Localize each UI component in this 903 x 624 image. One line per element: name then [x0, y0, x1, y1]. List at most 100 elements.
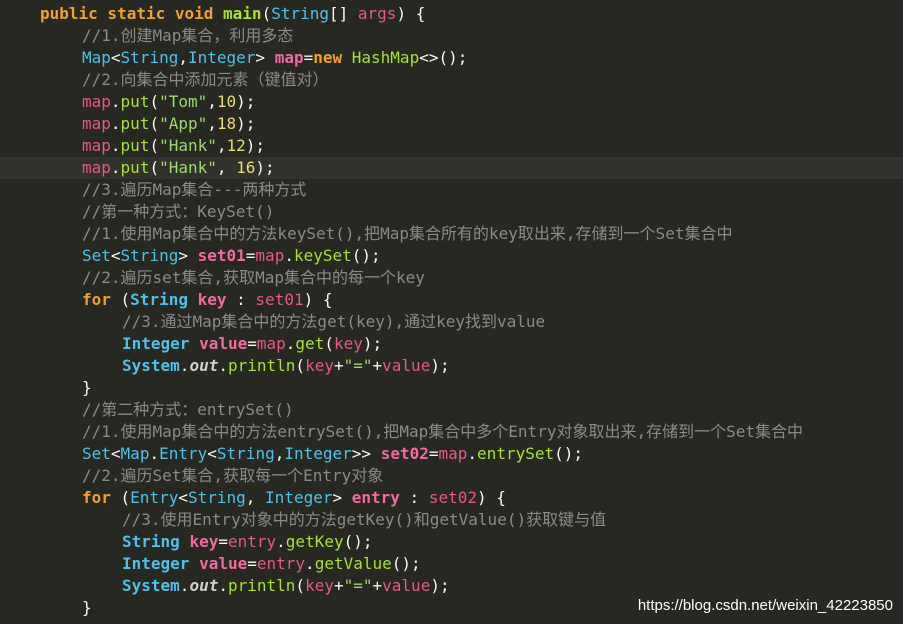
code-token: map [256, 334, 286, 353]
code-token: Integer [122, 554, 200, 573]
code-token: ); [362, 334, 383, 353]
code-line[interactable]: System.out.println(key+"="+value); [0, 575, 903, 597]
code-line[interactable]: //3.遍历Map集合---两种方式 [0, 179, 903, 201]
code-token: ( [149, 114, 160, 133]
code-token: 16 [236, 158, 256, 177]
code-token: ); [245, 136, 266, 155]
code-token: map [255, 246, 285, 265]
code-token: "Hank" [159, 158, 217, 177]
code-token: out [189, 356, 219, 375]
code-token: value [199, 554, 248, 573]
code-token: put [120, 136, 150, 155]
code-line[interactable]: Map<String,Integer> map=new HashMap<>(); [0, 47, 903, 69]
code-token: set01 [197, 246, 246, 265]
code-token: args [357, 4, 397, 23]
code-token: = [247, 334, 257, 353]
code-token: <>(); [419, 48, 468, 67]
code-line[interactable]: Set<String> set01=map.keySet(); [0, 245, 903, 267]
code-token: String [120, 246, 179, 265]
code-line[interactable]: String key=entry.getKey(); [0, 531, 903, 553]
code-line[interactable]: map.put("App",18); [0, 113, 903, 135]
code-token: } [82, 378, 92, 397]
code-token: = [303, 48, 314, 67]
code-comment: //1.创建Map集合，利用多态 [82, 26, 294, 45]
code-token: . [305, 554, 315, 573]
code-token: "Tom" [159, 92, 208, 111]
code-token: . [179, 356, 190, 375]
code-token: String [187, 488, 246, 507]
code-token: set02 [380, 444, 429, 463]
code-token: entrySet [477, 444, 555, 463]
code-comment: //1.使用Map集合中的方法keySet(),把Map集合所有的key取出来,… [82, 224, 733, 243]
code-editor[interactable]: public static void main(String[] args) {… [0, 0, 903, 624]
code-token: ); [255, 158, 275, 177]
code-token: Integer [265, 488, 333, 507]
code-line[interactable]: public static void main(String[] args) { [0, 3, 903, 25]
code-token: = [218, 532, 228, 551]
code-line[interactable]: Integer value=entry.getValue(); [0, 553, 903, 575]
code-token: ) { [477, 488, 506, 507]
code-comment: //3.遍历Map集合---两种方式 [82, 180, 307, 199]
code-token: . [218, 576, 228, 595]
code-token: + [333, 576, 344, 595]
code-line[interactable]: Set<Map.Entry<String,Integer>> set02=map… [0, 443, 903, 465]
code-line[interactable]: Integer value=map.get(key); [0, 333, 903, 355]
code-token: . [110, 114, 121, 133]
code-line-current[interactable]: map.put("Hank", 16); [0, 157, 903, 179]
code-token: } [82, 598, 92, 617]
code-token: . [284, 246, 294, 265]
code-token: map [82, 92, 111, 111]
code-token: , [216, 136, 227, 155]
code-token: String [216, 444, 275, 463]
code-token: > [178, 246, 198, 265]
code-token: Integer [284, 444, 352, 463]
code-token: ( [295, 356, 306, 375]
code-line[interactable]: //1.使用Map集合中的方法keySet(),把Map集合所有的key取出来,… [0, 223, 903, 245]
code-line[interactable]: System.out.println(key+"="+value); [0, 355, 903, 377]
code-token: < [207, 444, 217, 463]
code-line[interactable]: map.put("Tom",10); [0, 91, 903, 113]
code-token: keySet [293, 246, 352, 265]
code-token: HashMap [351, 48, 420, 67]
code-token: ); [430, 576, 450, 595]
code-token: put [120, 114, 150, 133]
code-line[interactable]: //3.通过Map集合中的方法get(key),通过key找到value [0, 311, 903, 333]
code-line[interactable]: for (Entry<String, Integer> entry : set0… [0, 487, 903, 509]
code-token: = [245, 246, 256, 265]
code-token: for [82, 488, 121, 507]
code-token: key [197, 290, 227, 309]
code-line[interactable]: //1.创建Map集合，利用多态 [0, 25, 903, 47]
code-line[interactable]: for (String key : set01) { [0, 289, 903, 311]
code-token: put [120, 158, 150, 177]
code-line[interactable]: //3.使用Entry对象中的方法getKey()和getValue()获取键与… [0, 509, 903, 531]
code-token: println [227, 576, 296, 595]
code-line[interactable]: //2.遍历set集合,获取Map集合中的每一个key [0, 267, 903, 289]
code-line[interactable]: //1.使用Map集合中的方法entrySet(),把Map集合中多个Entry… [0, 421, 903, 443]
code-token: Integer [122, 334, 200, 353]
code-line[interactable]: //第一种方式：KeySet() [0, 201, 903, 223]
code-token: map [82, 136, 111, 155]
code-token: < [110, 246, 121, 265]
code-token: Entry [159, 444, 208, 463]
code-line[interactable]: map.put("Hank",12); [0, 135, 903, 157]
code-token: ( [324, 334, 334, 353]
code-comment: //1.使用Map集合中的方法entrySet(),把Map集合中多个Entry… [82, 422, 803, 441]
code-token: [] [329, 4, 358, 23]
code-token: String [120, 48, 179, 67]
code-line[interactable]: //第二种方式：entrySet() [0, 399, 903, 421]
code-token: System [122, 576, 180, 595]
code-token: map [438, 444, 468, 463]
code-line[interactable]: } [0, 377, 903, 399]
code-token: . [149, 444, 160, 463]
code-token: entry [256, 554, 306, 573]
code-token: ) { [396, 4, 426, 23]
code-line[interactable]: //2.遍历Set集合,获取每一个Entry对象 [0, 465, 903, 487]
code-line[interactable]: //2.向集合中添加元素（键值对） [0, 69, 903, 91]
code-token: (); [391, 554, 421, 573]
code-token: key [305, 576, 334, 595]
code-token: key [333, 334, 363, 353]
code-token: 10 [216, 92, 237, 111]
code-token: Set [82, 444, 111, 463]
code-comment: //2.向集合中添加元素（键值对） [82, 70, 329, 89]
code-token: ( [120, 290, 131, 309]
